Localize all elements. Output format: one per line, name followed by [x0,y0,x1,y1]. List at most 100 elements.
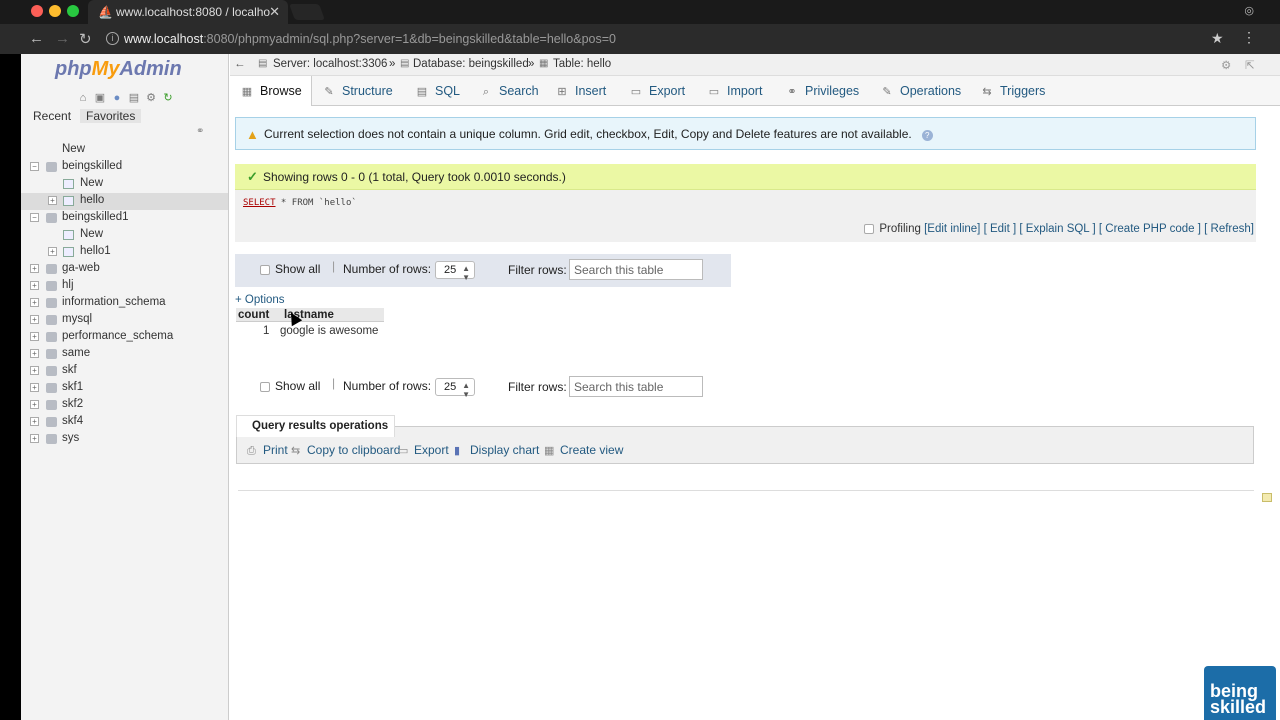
copy-to-clipboard-link[interactable]: ⇆ Copy to clipboard [291,443,400,457]
show-all-toggle[interactable]: Show all [260,379,320,393]
tree-item-skf4[interactable]: + skf4 [21,414,228,431]
expand-icon[interactable]: + [30,298,39,307]
display-chart-link[interactable]: ▮ Display chart [454,443,539,457]
maximize-icon[interactable]: ⇱ [1245,58,1255,72]
filter-rows-input[interactable]: Search this table [569,259,703,280]
console-toggle-icon[interactable] [1262,493,1272,502]
tab-privileges[interactable]: ⚭ Privileges [785,84,859,98]
tab-sql[interactable]: ▤ SQL [415,84,460,98]
breadcrumb-table[interactable]: Table: hello [553,58,611,70]
breadcrumb-server[interactable]: Server: localhost:3306 [273,58,387,70]
column-header-count[interactable]: count [238,309,269,321]
filter-rows-input[interactable]: Search this table [569,376,703,397]
settings-gear-icon[interactable]: ⚙ [145,92,157,104]
tree-item-sys[interactable]: + sys [21,431,228,448]
home-icon[interactable]: ⌂ [77,92,89,104]
show-all-checkbox[interactable] [260,381,270,392]
link-chain-icon[interactable]: ⚭ [196,126,204,137]
expand-icon[interactable]: + [30,434,39,443]
tree-item-ga-web[interactable]: + ga-web [21,261,228,278]
help-icon[interactable]: ● [111,92,123,104]
tab-structure[interactable]: ✎ Structure [322,84,392,98]
profiling-checkbox[interactable] [864,223,875,234]
collapse-nav-icon[interactable]: ← [234,58,246,70]
address-bar[interactable]: i www.localhost:8080/phpmyadmin/sql.php?… [100,27,1250,51]
print-link[interactable]: ⎙ Print [247,443,288,458]
num-rows-select[interactable]: 25 ▲ ▼ [435,261,475,282]
op-label: Copy to clipboard [307,443,401,457]
tab-import[interactable]: ▭ Import [707,84,763,98]
bookmark-star-icon[interactable]: ★ [1211,30,1224,47]
expand-icon[interactable]: + [48,196,57,205]
docs-icon[interactable]: ▤ [128,92,140,104]
show-all-checkbox[interactable] [260,264,270,275]
expand-icon[interactable]: + [30,383,39,392]
new-tab-button[interactable] [289,4,325,20]
browser-tab[interactable]: ⛵ www.localhost:8080 / localho ✕ [88,0,288,24]
create-view-link[interactable]: ▦ Create view [544,443,623,457]
tab-triggers[interactable]: ⇆ Triggers [980,84,1045,98]
num-rows-select[interactable]: 25 ▲ ▼ [435,378,475,399]
tree-item-skf[interactable]: + skf [21,363,228,380]
settings-gear-icon[interactable]: ⚙ [1221,58,1231,72]
menu-kebab-icon[interactable]: ⋮ [1242,29,1256,46]
expand-icon[interactable]: + [30,332,39,341]
expand-icon[interactable]: + [30,264,39,273]
tree-item-new[interactable]: New [21,142,228,159]
reload-button[interactable]: ↻ [79,30,92,48]
tree-item-new-table[interactable]: New [21,176,228,193]
print-icon: ⎙ [247,445,256,457]
tab-insert[interactable]: ⊞ Insert [555,84,606,98]
tab-search[interactable]: ⌕ Search [479,84,539,99]
tree-item-beingskilled[interactable]: − beingskilled [21,159,228,176]
wrench-icon: ✎ [882,86,892,98]
expand-icon[interactable]: + [30,366,39,375]
edit-inline-link[interactable]: [Edit inline] [924,223,980,235]
expand-icon[interactable]: + [30,315,39,324]
maximize-window-button[interactable] [67,5,79,17]
logout-icon[interactable]: ▣ [94,92,106,104]
expand-icon[interactable]: + [30,417,39,426]
expand-icon[interactable]: + [30,281,39,290]
tree-item-skf1[interactable]: + skf1 [21,380,228,397]
refresh-link[interactable]: [ Refresh] [1204,223,1254,235]
create-php-code-link[interactable]: [ Create PHP code ] [1099,223,1201,235]
tree-item-new-table[interactable]: New [21,227,228,244]
reload-icon[interactable]: ↻ [162,92,174,104]
close-tab-icon[interactable]: ✕ [269,4,280,20]
tree-item-hello1[interactable]: + hello1 [21,244,228,261]
sql-query[interactable]: SELECT * FROM `hello` [243,198,357,208]
tab-operations[interactable]: ✎ Operations [880,84,961,98]
breadcrumb-database[interactable]: Database: beingskilled [413,58,529,70]
tree-item-mysql[interactable]: + mysql [21,312,228,329]
export-link[interactable]: ▭ Export [398,443,449,457]
options-link[interactable]: + Options [235,294,285,306]
phpmyadmin-logo[interactable]: phpMyAdmin [55,58,182,81]
info-icon[interactable]: i [106,32,119,45]
expand-icon[interactable]: + [30,349,39,358]
tree-item-hlj[interactable]: + hlj [21,278,228,295]
close-window-button[interactable] [31,5,43,17]
tree-item-hello[interactable]: + hello [21,193,228,210]
nav-tab-recent[interactable]: Recent [33,109,71,123]
tree-item-same[interactable]: + same [21,346,228,363]
explain-sql-link[interactable]: [ Explain SQL ] [1019,223,1095,235]
collapse-icon[interactable]: − [30,213,39,222]
expand-icon[interactable]: + [48,247,57,256]
show-all-toggle[interactable]: Show all [260,262,320,276]
nav-tab-favorites[interactable]: Favorites [80,109,142,123]
tab-export[interactable]: ▭ Export [629,84,685,98]
minimize-window-button[interactable] [49,5,61,17]
tree-item-performance-schema[interactable]: + performance_schema [21,329,228,346]
tree-item-beingskilled1[interactable]: − beingskilled1 [21,210,228,227]
tree-item-information-schema[interactable]: + information_schema [21,295,228,312]
help-icon[interactable]: ? [921,130,933,141]
tree-item-skf2[interactable]: + skf2 [21,397,228,414]
edit-link[interactable]: [ Edit ] [984,223,1017,235]
forward-button[interactable]: → [55,30,70,47]
num-rows-value: 25 [444,264,457,276]
collapse-icon[interactable]: − [30,162,39,171]
back-button[interactable]: ← [29,30,44,47]
expand-icon[interactable]: + [30,400,39,409]
tab-browse[interactable]: ▦ Browse [240,84,302,98]
